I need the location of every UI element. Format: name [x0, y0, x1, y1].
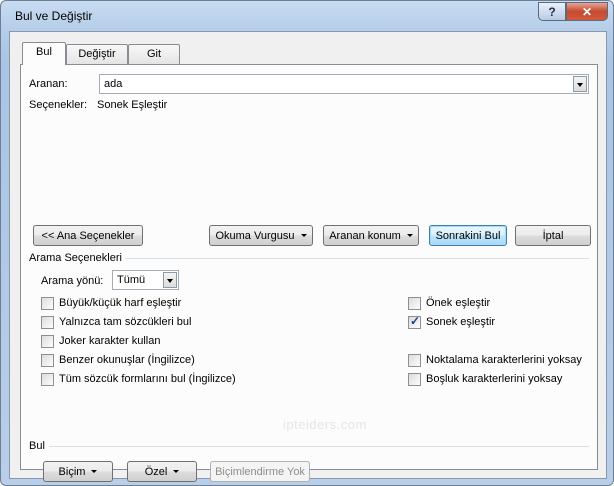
ignore-whitespace-checkbox[interactable] — [408, 373, 421, 386]
search-direction-label: Arama yönü: — [41, 275, 104, 287]
find-history-dropdown[interactable] — [573, 76, 587, 92]
special-label: Özel — [144, 465, 168, 478]
search-direction-select[interactable]: Tümü — [112, 270, 179, 290]
format-label: Biçim — [58, 465, 86, 478]
dropdown-arrow-icon — [406, 234, 413, 237]
tab-replace[interactable]: Değiştir — [66, 44, 128, 64]
find-what-label: Aranan: — [29, 78, 68, 90]
close-icon: ✕ — [581, 4, 593, 19]
find-tab-panel: Aranan: ada Seçenekler: Sonek Eşleştir <… — [20, 64, 598, 482]
cancel-label: İptal — [542, 229, 564, 242]
find-in-label: Aranan konum — [329, 229, 401, 242]
reading-highlight-label: Okuma Vurgusu — [215, 229, 295, 242]
find-what-input[interactable]: ada — [99, 74, 589, 94]
window-title: Bul ve Değiştir — [15, 9, 93, 23]
find-section-divider — [49, 446, 589, 447]
watermark-text: ipteiders.com — [283, 417, 367, 432]
sounds-like-label: Benzer okunuşlar (İngilizce) — [59, 354, 195, 366]
find-what-value: ada — [104, 78, 123, 90]
format-button[interactable]: Biçim — [43, 461, 113, 482]
tab-goto[interactable]: Git — [128, 44, 180, 64]
checkmark-icon: ✓ — [410, 314, 421, 328]
reading-highlight-button[interactable]: Okuma Vurgusu — [209, 225, 313, 246]
no-formatting-label: Biçimlendirme Yok — [215, 465, 305, 478]
tab-goto-label: Git — [146, 48, 162, 60]
ignore-punctuation-checkbox[interactable] — [408, 354, 421, 367]
dropdown-arrow-icon — [300, 234, 307, 237]
tab-replace-label: Değiştir — [78, 48, 116, 60]
find-in-button[interactable]: Aranan konum — [323, 225, 419, 246]
match-case-label: Büyük/küçük harf eşleştir — [59, 297, 182, 309]
search-direction-value: Tümü — [117, 274, 146, 286]
word-forms-checkbox[interactable] — [41, 373, 54, 386]
close-button[interactable]: ✕ — [566, 2, 608, 21]
tab-find-label: Bul — [36, 46, 52, 58]
find-next-label: Sonrakini Bul — [435, 229, 501, 242]
chevron-down-icon — [167, 279, 173, 283]
find-section-heading: Bul — [29, 440, 45, 452]
title-bar[interactable]: Bul ve Değiştir ? ✕ — [1, 1, 613, 29]
dropdown-arrow-icon — [91, 470, 98, 473]
wildcards-checkbox[interactable] — [41, 335, 54, 348]
word-forms-label: Tüm sözcük formlarını bul (İngilizce) — [59, 373, 236, 385]
chevron-down-icon — [577, 83, 583, 87]
match-prefix-label: Önek eşleştir — [426, 297, 491, 309]
dialog-client-area: Bul Değiştir Git Aranan: ada Seçenekler:… — [9, 31, 607, 482]
help-button[interactable]: ? — [538, 2, 566, 21]
match-suffix-label: Sonek eşleştir — [426, 316, 496, 328]
options-label: Seçenekler: — [29, 99, 88, 111]
whole-words-checkbox[interactable] — [41, 316, 54, 329]
match-case-checkbox[interactable] — [41, 297, 54, 310]
find-replace-dialog: Bul ve Değiştir ? ✕ Bul Değiştir Git Ara… — [0, 0, 614, 486]
match-prefix-checkbox[interactable] — [408, 297, 421, 310]
special-button[interactable]: Özel — [127, 461, 197, 482]
cancel-button[interactable]: İptal — [515, 225, 591, 246]
find-next-button[interactable]: Sonrakini Bul — [429, 225, 507, 246]
options-value: Sonek Eşleştir — [97, 99, 168, 111]
less-options-label: << Ana Seçenekler — [41, 229, 135, 242]
dropdown-arrow-icon — [173, 470, 180, 473]
search-options-divider — [125, 258, 589, 259]
ignore-punctuation-label: Noktalama karakterlerini yoksay — [426, 354, 582, 366]
help-icon: ? — [548, 4, 556, 19]
tab-find[interactable]: Bul — [22, 42, 66, 65]
sounds-like-checkbox[interactable] — [41, 354, 54, 367]
ignore-whitespace-label: Boşluk karakterlerini yoksay — [426, 373, 563, 385]
wildcards-label: Joker karakter kullan — [59, 335, 161, 347]
search-options-heading: Arama Seçenekleri — [29, 252, 122, 264]
search-direction-dropdown[interactable] — [163, 272, 177, 288]
no-formatting-button[interactable]: Biçimlendirme Yok — [210, 461, 310, 482]
whole-words-label: Yalnızca tam sözcükleri bul — [59, 316, 192, 328]
less-options-button[interactable]: << Ana Seçenekler — [33, 225, 143, 246]
match-suffix-checkbox[interactable]: ✓ — [408, 314, 421, 329]
